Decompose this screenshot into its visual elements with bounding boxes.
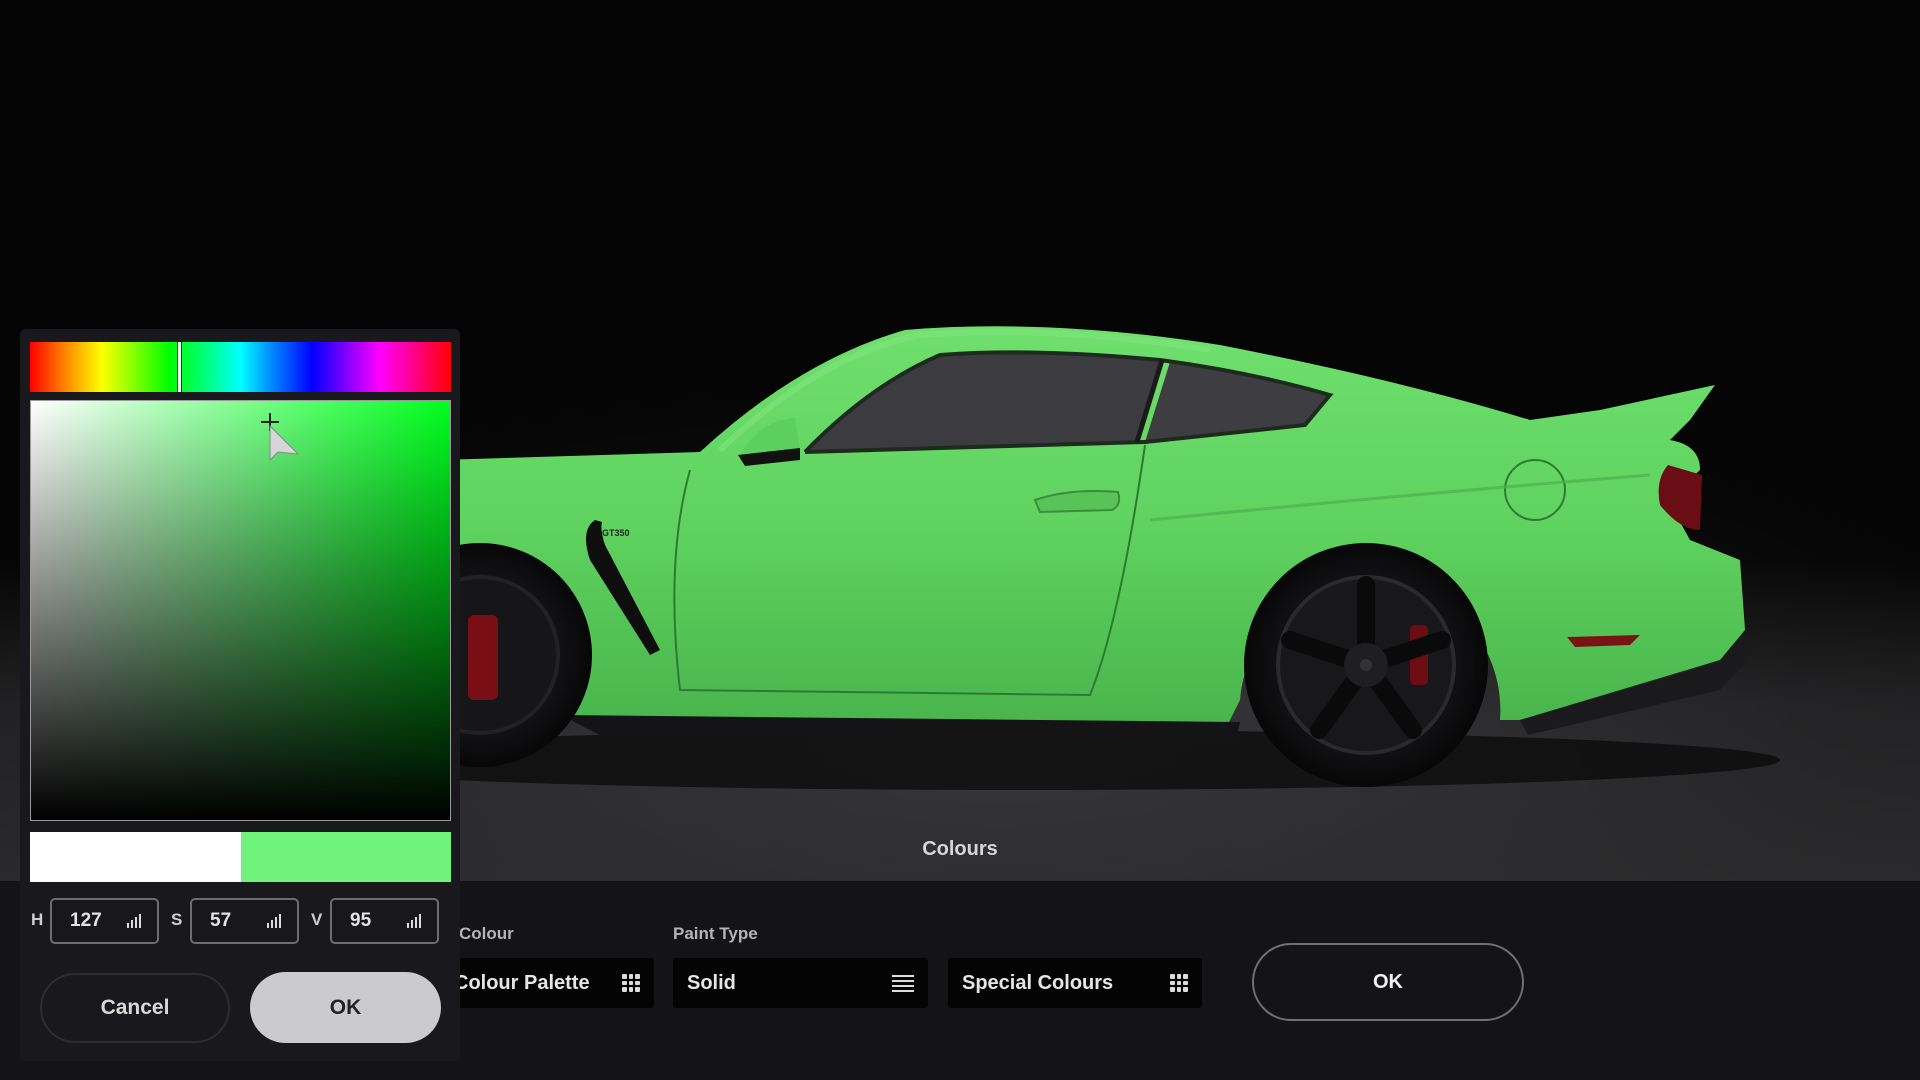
- saturation-value-area[interactable]: [30, 400, 451, 821]
- grid-icon: [622, 974, 640, 992]
- hue-slider[interactable]: [30, 342, 451, 392]
- rear-wheel: [1244, 543, 1488, 787]
- previous-colour-swatch: [30, 832, 241, 882]
- saturation-input[interactable]: 57: [190, 898, 299, 944]
- colour-palette-label: Colour Palette: [454, 971, 590, 994]
- hue-slider-handle[interactable]: [176, 342, 182, 392]
- cancel-button[interactable]: Cancel: [40, 973, 230, 1043]
- paint-type-value: Solid: [687, 971, 736, 994]
- paint-type-button[interactable]: Solid: [673, 958, 928, 1008]
- gt350-badge: GT350: [602, 528, 630, 538]
- signal-bars-icon: [127, 914, 143, 928]
- hue-value: 127: [70, 910, 102, 931]
- mouse-cursor-icon: [269, 424, 300, 462]
- hsv-inputs: H 127 S 57 V 95: [20, 896, 460, 946]
- confirm-ok-button[interactable]: OK: [1252, 943, 1524, 1021]
- value-value: 95: [350, 910, 372, 931]
- colour-palette-button[interactable]: Colour Palette: [440, 958, 654, 1008]
- new-colour-swatch: [240, 832, 451, 882]
- ok-button[interactable]: OK: [250, 972, 441, 1043]
- special-colours-label: Special Colours: [962, 971, 1114, 994]
- paint-type-label: Paint Type: [673, 924, 758, 943]
- signal-bars-icon: [407, 914, 423, 928]
- colour-preview: [30, 832, 451, 882]
- saturation-label: S: [171, 910, 183, 929]
- saturation-value: 57: [210, 910, 232, 931]
- hue-label: H: [31, 910, 44, 929]
- list-icon: [892, 974, 914, 992]
- colour-picker-panel: H 127 S 57 V 95 Cancel OK: [20, 329, 460, 1061]
- signal-bars-icon: [267, 914, 283, 928]
- grid-icon: [1170, 974, 1188, 992]
- special-colours-button[interactable]: Special Colours: [948, 958, 1202, 1008]
- colour-field-label: Colour: [459, 924, 514, 943]
- hue-input[interactable]: 127: [50, 898, 159, 944]
- value-input[interactable]: 95: [330, 898, 439, 944]
- value-label: V: [311, 910, 323, 929]
- sv-black-layer: [31, 401, 450, 820]
